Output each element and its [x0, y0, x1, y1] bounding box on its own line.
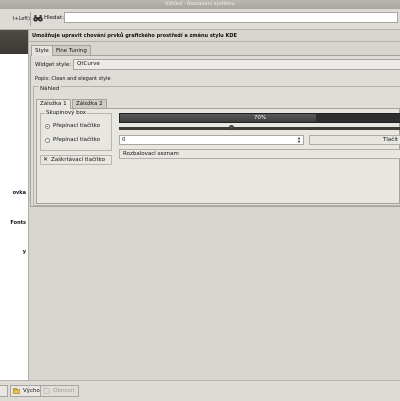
- preview-slider-track[interactable]: [119, 127, 400, 130]
- divider: [29, 41, 400, 42]
- radio-button-2[interactable]: Přepínací tlačítko: [45, 136, 115, 144]
- binoculars-icon: [33, 15, 43, 22]
- style-description: Popis: Clean and elegant style: [35, 76, 111, 82]
- preview-combobox[interactable]: Rozbalovací seznam: [119, 149, 400, 159]
- widget-style-select[interactable]: QtCurve: [73, 59, 400, 70]
- reset-icon: [43, 388, 50, 394]
- preview-title: Náhled: [38, 86, 62, 92]
- preview-checkbox[interactable]: ✕ Zaškrtávací tlačítko: [40, 155, 112, 165]
- radio-unchecked-indicator: [45, 137, 50, 143]
- sidebar-item-ovka[interactable]: ovka: [0, 190, 28, 196]
- sidebar-item-selected[interactable]: [0, 30, 28, 54]
- search-input[interactable]: [64, 12, 398, 23]
- radio-label: Přepínací tlačítko: [53, 123, 101, 129]
- module-description: Umožňuje upravit chování prvků grafickéh…: [32, 33, 237, 39]
- reset-label: Obnovit: [53, 388, 75, 394]
- preview-spinbox[interactable]: 0 ▲ ▼: [119, 135, 304, 145]
- radio-button-1[interactable]: Přepínací tlačítko: [45, 122, 115, 130]
- checkbox-label: Zaškrtávací tlačítko: [51, 157, 106, 163]
- preview-frame: Náhled Záložka 1 Záložka 2 Skupinový box…: [33, 86, 400, 206]
- radio-checked-indicator: [45, 123, 50, 129]
- sidebar-item-fonts[interactable]: Fonts: [0, 220, 28, 226]
- reset-button[interactable]: Obnovit: [40, 385, 79, 397]
- check-mark-icon: ✕: [43, 156, 49, 163]
- main-panel: Umožňuje upravit chování prvků grafickéh…: [29, 30, 400, 380]
- style-tab-panel: Widget style: QtCurve Popis: Clean and e…: [30, 55, 400, 207]
- preview-push-button[interactable]: Tlačít: [309, 135, 400, 145]
- spinbox-value: 0: [122, 137, 126, 143]
- back-button[interactable]: t+Left): [0, 12, 30, 26]
- help-button[interactable]: [0, 385, 8, 397]
- progress-text: 70%: [253, 115, 267, 121]
- preview-panel: Skupinový box Přepínací tlačítko Přepína…: [36, 108, 400, 204]
- widget-style-label: Widget style:: [35, 62, 72, 68]
- bottom-bar: Výchozí Obnovit: [0, 380, 400, 401]
- sidebar-item-y[interactable]: y: [0, 249, 28, 255]
- window-title: Vzhled - Nastavení systému: [0, 0, 400, 9]
- sidebar: ovka Fonts y: [0, 30, 29, 380]
- tab-style[interactable]: Style: [31, 45, 53, 56]
- preview-tab-1[interactable]: Záložka 1: [36, 99, 71, 109]
- defaults-icon: [13, 388, 20, 394]
- toolbar-separator: [30, 12, 31, 26]
- groupbox-title: Skupinový box: [45, 110, 88, 116]
- preview-progress-bar: 70%: [119, 113, 400, 123]
- radio-label: Přepínací tlačítko: [53, 137, 101, 143]
- spinbox-arrows-icon[interactable]: ▲ ▼: [296, 136, 302, 144]
- preview-groupbox: Skupinový box Přepínací tlačítko Přepína…: [40, 110, 115, 151]
- toolbar: t+Left) Hledat:: [0, 9, 400, 30]
- search-label: Hledat:: [44, 15, 64, 21]
